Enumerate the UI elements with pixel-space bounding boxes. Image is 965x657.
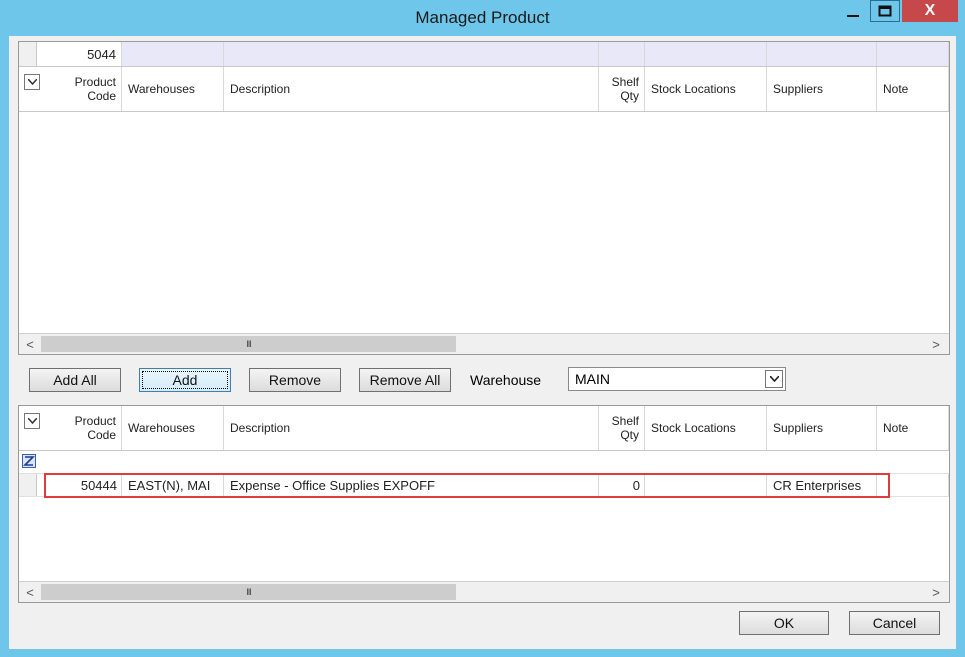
row-selector[interactable] <box>19 474 37 496</box>
minimize-button[interactable] <box>838 0 868 22</box>
maximize-icon <box>878 5 892 17</box>
description-header-label: Description <box>230 82 291 96</box>
chevron-down-icon <box>769 376 779 382</box>
managed-products-grid: Product Code Warehouses Description Shel… <box>18 405 950 603</box>
grip-icon: III <box>246 587 251 597</box>
stock-locations-header[interactable]: Stock Locations <box>645 406 767 450</box>
suppliers-cell: CR Enterprises <box>767 474 877 496</box>
add-button[interactable]: Add <box>139 368 231 392</box>
note-filter-cell[interactable] <box>877 42 949 66</box>
warehouses-cell: EAST(N), MAI <box>122 474 224 496</box>
product-code-header[interactable]: Product Code <box>19 406 122 450</box>
close-icon: X <box>924 2 936 19</box>
product-code-header-label: Product Code <box>74 75 116 103</box>
available-products-grid: 5044 Product Code Warehouses Description… <box>18 41 950 355</box>
minimize-icon <box>847 15 859 17</box>
shelf-qty-header-label: Shelf Qty <box>611 414 639 442</box>
suppliers-header[interactable]: Suppliers <box>767 406 877 450</box>
remove-button[interactable]: Remove <box>249 368 341 392</box>
product-code-header-label: Product Code <box>74 414 116 442</box>
description-header[interactable]: Description <box>224 67 599 111</box>
warehouses-header-label: Warehouses <box>128 82 195 96</box>
note-cell <box>877 474 949 496</box>
shelf-qty-header-label: Shelf Qty <box>611 75 639 103</box>
shelf-qty-header[interactable]: Shelf Qty <box>599 67 645 111</box>
description-cell: Expense - Office Supplies EXPOFF <box>224 474 599 496</box>
remove-all-button[interactable]: Remove All <box>359 368 451 392</box>
note-header-label: Note <box>883 82 909 96</box>
bottom-grid-header: Product Code Warehouses Description Shel… <box>19 406 949 451</box>
scroll-right-arrow[interactable]: > <box>927 336 945 352</box>
product-code-header[interactable]: Product Code <box>19 67 122 111</box>
filter-row <box>19 451 949 474</box>
note-header[interactable]: Note <box>877 67 949 111</box>
column-chooser-dropdown[interactable] <box>24 74 40 90</box>
scroll-left-arrow[interactable]: < <box>21 336 39 352</box>
warehouse-select[interactable]: MAIN <box>568 367 786 391</box>
ok-button[interactable]: OK <box>739 611 829 635</box>
note-header-label: Note <box>883 421 909 435</box>
stock-locations-header[interactable]: Stock Locations <box>645 67 767 111</box>
title-bar: Managed Product X <box>0 0 965 36</box>
suppliers-filter-cell[interactable] <box>767 42 877 66</box>
table-row[interactable]: 50444 EAST(N), MAI Expense - Office Supp… <box>19 474 949 497</box>
product-code-filter-input[interactable]: 5044 <box>37 42 122 66</box>
bottom-grid-hscrollbar[interactable]: < III > <box>19 581 949 602</box>
add-all-button[interactable]: Add All <box>29 368 121 392</box>
description-header-label: Description <box>230 421 291 435</box>
scroll-thumb[interactable]: III <box>41 336 456 352</box>
warehouses-header-label: Warehouses <box>128 421 195 435</box>
warehouse-select-value: MAIN <box>575 371 610 387</box>
description-filter-cell[interactable] <box>224 42 599 66</box>
stock-locations-filter-cell[interactable] <box>645 42 767 66</box>
maximize-button[interactable] <box>870 0 900 22</box>
chevron-down-icon <box>27 79 37 85</box>
note-header[interactable]: Note <box>877 406 949 450</box>
top-grid-header: Product Code Warehouses Description Shel… <box>19 67 949 112</box>
filter-row-selector <box>19 42 37 66</box>
scroll-left-arrow[interactable]: < <box>21 584 39 600</box>
dialog-body: 5044 Product Code Warehouses Description… <box>9 36 956 649</box>
warehouses-filter-cell[interactable] <box>122 42 224 66</box>
description-header[interactable]: Description <box>224 406 599 450</box>
scroll-thumb[interactable]: III <box>41 584 456 600</box>
grip-icon: III <box>246 339 251 349</box>
suppliers-header-label: Suppliers <box>773 421 824 435</box>
top-grid-hscrollbar[interactable]: < III > <box>19 333 949 354</box>
warehouse-dropdown-button[interactable] <box>765 370 783 388</box>
stock-locations-header-label: Stock Locations <box>651 82 736 96</box>
chevron-down-icon <box>27 418 37 424</box>
shelf-qty-cell: 0 <box>599 474 645 496</box>
filter-row-button[interactable] <box>22 454 36 468</box>
product-code-cell: 50444 <box>37 474 122 496</box>
shelf-qty-filter-cell[interactable] <box>599 42 645 66</box>
cancel-button[interactable]: Cancel <box>849 611 940 635</box>
column-chooser-dropdown[interactable] <box>24 413 40 429</box>
warehouses-header[interactable]: Warehouses <box>122 406 224 450</box>
suppliers-header[interactable]: Suppliers <box>767 67 877 111</box>
shelf-qty-header[interactable]: Shelf Qty <box>599 406 645 450</box>
filter-row: 5044 <box>19 42 949 67</box>
stock-locations-header-label: Stock Locations <box>651 421 736 435</box>
scroll-right-arrow[interactable]: > <box>927 584 945 600</box>
close-button[interactable]: X <box>902 0 958 22</box>
warehouse-label: Warehouse <box>470 372 542 388</box>
suppliers-header-label: Suppliers <box>773 82 824 96</box>
filter-icon <box>23 456 35 466</box>
window-title: Managed Product <box>415 8 550 27</box>
stock-locations-cell <box>645 474 767 496</box>
warehouses-header[interactable]: Warehouses <box>122 67 224 111</box>
